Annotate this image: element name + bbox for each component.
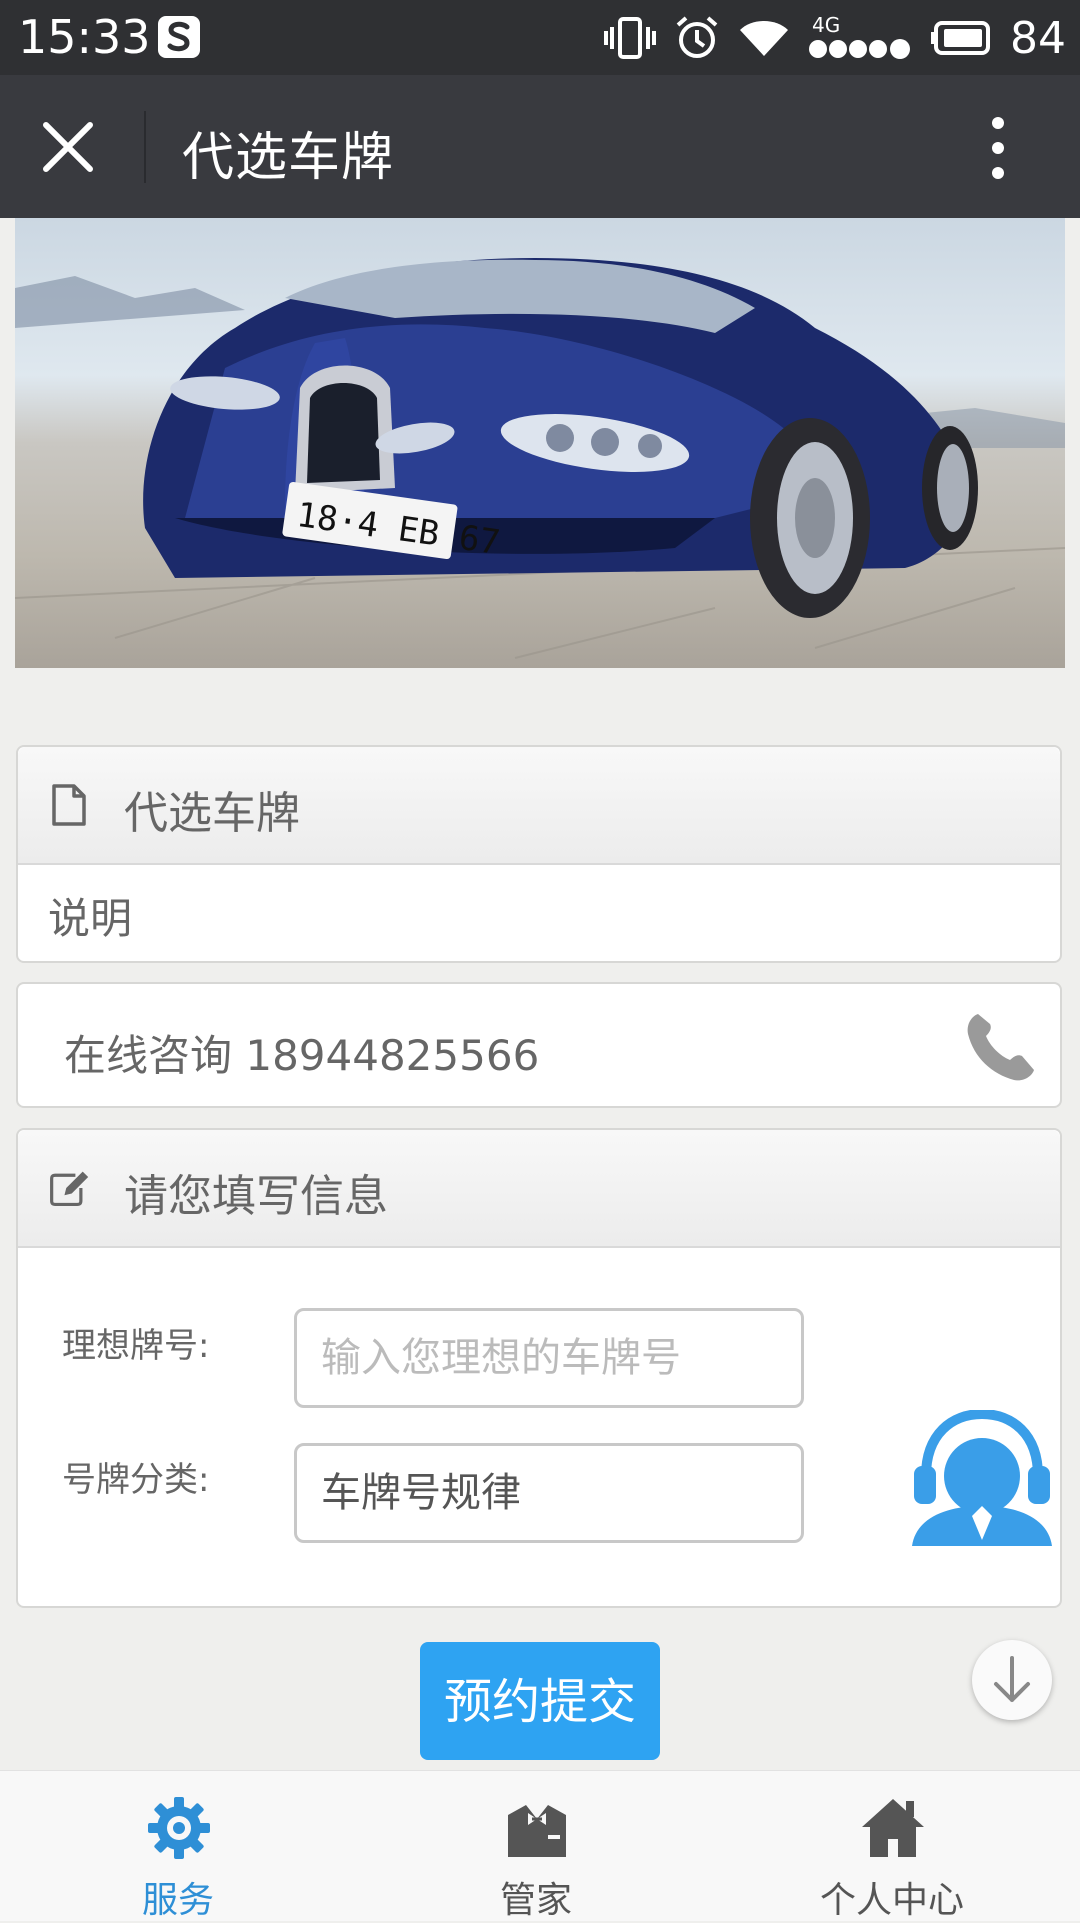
info-description[interactable]: 说明 xyxy=(18,865,1060,959)
plate-category-value: 车牌号规律 xyxy=(321,1470,521,1516)
car-illustration: 18·4 EB 67 xyxy=(15,258,1065,659)
tab-service[interactable]: 服务 xyxy=(78,1771,278,1921)
signal-icon: 4G xyxy=(808,13,912,63)
more-vertical-icon[interactable] xyxy=(980,113,1016,183)
submit-button[interactable]: 预约提交 xyxy=(420,1642,660,1760)
edit-icon xyxy=(50,1171,89,1207)
status-time: 15:33 xyxy=(18,10,151,64)
phone-icon[interactable] xyxy=(964,1010,1038,1084)
plate-number-input[interactable] xyxy=(294,1308,804,1408)
gear-icon xyxy=(148,1797,210,1859)
tab-butler-label: 管家 xyxy=(499,1880,572,1921)
customer-service-icon[interactable] xyxy=(912,1410,1052,1546)
form-card-header: 请您填写信息 xyxy=(18,1130,1060,1248)
info-card-header: 代选车牌 xyxy=(18,747,1060,865)
bottom-tab-bar: 服务 管家 个人中心 xyxy=(0,1770,1080,1921)
form-card-title: 请您填写信息 xyxy=(124,1171,388,1222)
home-icon xyxy=(862,1799,924,1857)
arrow-down-icon xyxy=(994,1656,1030,1702)
page-title: 代选车牌 xyxy=(182,128,395,188)
plate-category-label: 号牌分类: xyxy=(62,1460,210,1500)
scroll-down-button[interactable] xyxy=(972,1640,1052,1720)
consult-bar[interactable]: 在线咨询 18944825566 xyxy=(16,982,1062,1108)
info-description-label: 说明 xyxy=(48,894,133,943)
info-card: 代选车牌 说明 xyxy=(16,745,1062,963)
info-card-title: 代选车牌 xyxy=(124,788,300,839)
vibrate-icon xyxy=(604,17,656,59)
document-icon xyxy=(52,784,86,826)
plate-number-label: 理想牌号: xyxy=(62,1326,210,1366)
battery-icon xyxy=(931,21,990,55)
close-icon[interactable] xyxy=(40,119,96,175)
network-label: 4G xyxy=(812,13,841,37)
alarm-icon xyxy=(676,16,718,58)
nav-divider xyxy=(144,111,146,183)
tab-profile[interactable]: 个人中心 xyxy=(792,1771,992,1921)
nav-bar: 代选车牌 xyxy=(0,75,1080,218)
status-bar: 15:33 4G 84 xyxy=(0,0,1080,75)
plate-category-field[interactable]: 车牌号规律 xyxy=(294,1443,804,1543)
tab-butler[interactable]: 管家 xyxy=(436,1771,636,1921)
tab-service-label: 服务 xyxy=(141,1880,214,1921)
status-icons: 4G 84 xyxy=(604,10,1066,66)
banner-image: 18·4 EB 67 xyxy=(15,218,1065,668)
butler-icon xyxy=(508,1805,566,1857)
battery-level: 84 xyxy=(1010,12,1066,64)
s-app-icon xyxy=(158,16,200,58)
wifi-icon xyxy=(740,21,788,56)
tab-profile-label: 个人中心 xyxy=(819,1880,964,1921)
consult-text: 在线咨询 18944825566 xyxy=(64,1031,540,1080)
